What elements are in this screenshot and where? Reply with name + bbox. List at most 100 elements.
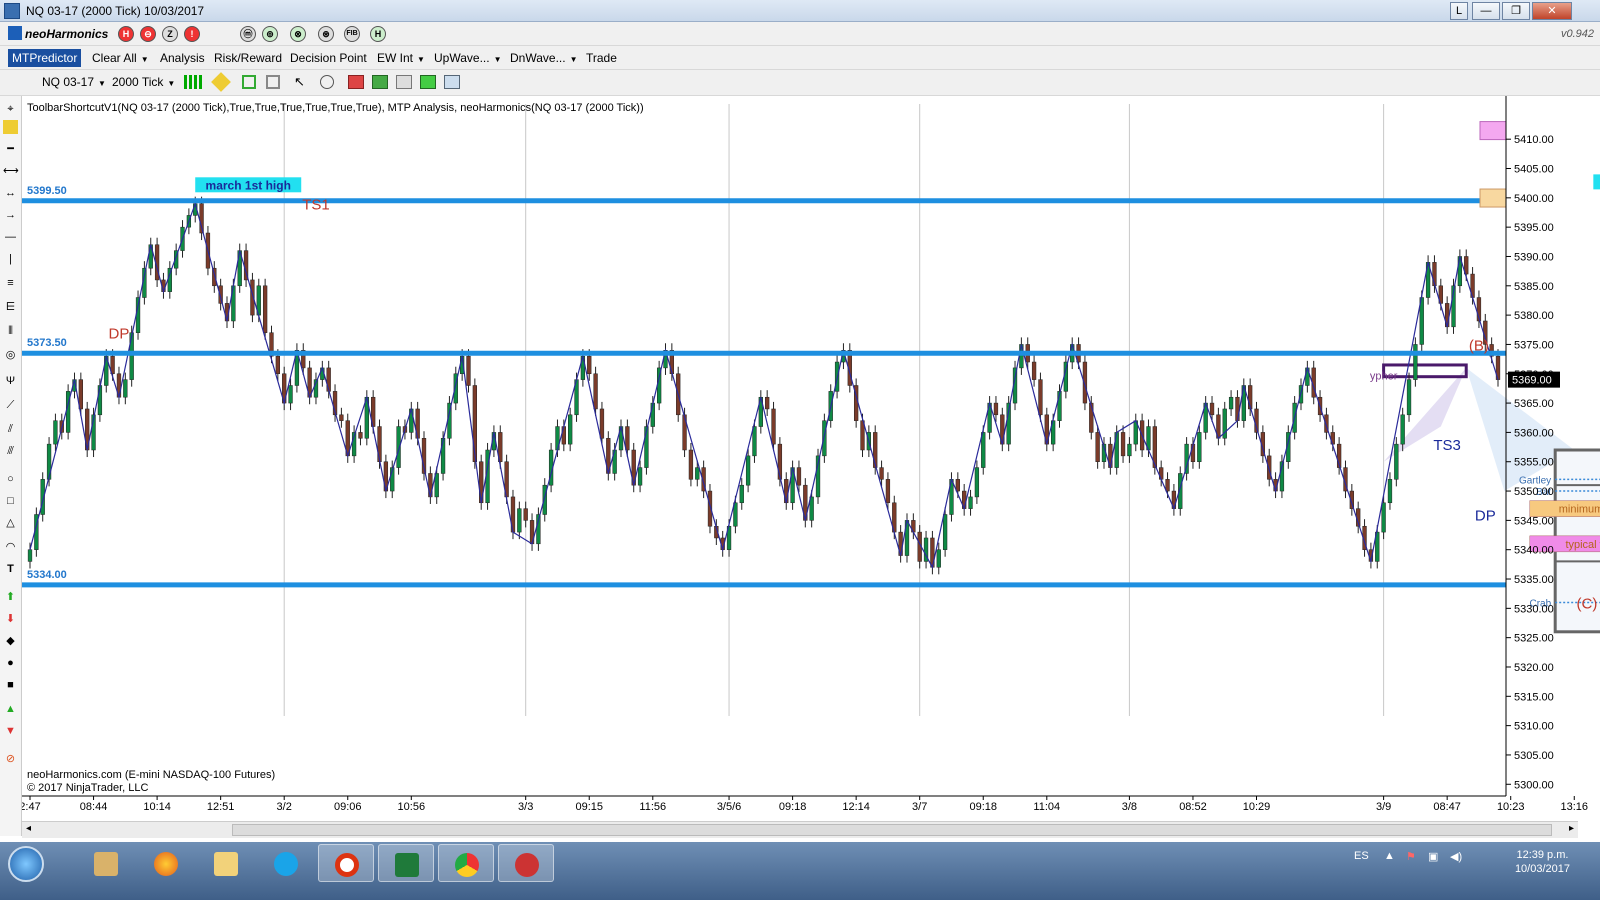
fib-icon[interactable]: FIB xyxy=(344,26,360,42)
chevron-down-icon: ▼ xyxy=(493,55,502,64)
ew-int-menu[interactable]: EW Int ▼ xyxy=(377,51,425,65)
remove-drawings-icon[interactable]: ⊘ xyxy=(3,752,18,766)
bar-style-icon[interactable] xyxy=(184,75,202,89)
eraser-icon[interactable] xyxy=(266,75,280,89)
dot-icon[interactable]: ● xyxy=(3,656,18,670)
chart-properties-icon[interactable] xyxy=(396,75,412,89)
triangle-icon[interactable]: △ xyxy=(3,516,18,530)
candle-body xyxy=(974,467,980,498)
candle-body xyxy=(262,285,268,333)
system-clock[interactable]: 12:39 p.m. 10/03/2017 xyxy=(1515,848,1570,876)
fib-circle-icon[interactable]: ◎ xyxy=(3,348,18,362)
arrow-line-icon[interactable]: → xyxy=(3,208,18,222)
remove-icon[interactable]: ⊖ xyxy=(140,26,156,42)
pencil-icon[interactable] xyxy=(211,72,231,92)
mtpredictor-button[interactable]: MTPredictor xyxy=(8,49,82,67)
ellipse-icon[interactable]: ○ xyxy=(3,472,18,486)
analysis-menu[interactable]: Analysis xyxy=(160,51,205,65)
arrow-down-icon[interactable]: ⬇ xyxy=(3,612,18,626)
indicator-icon[interactable] xyxy=(372,75,388,89)
price-chart[interactable]: GartleyBatCrabminimum wave ctypical wave… xyxy=(19,96,1600,821)
chart-scrollbar[interactable]: ◂ ▸ xyxy=(22,821,1578,838)
scroll-left-icon[interactable]: ◂ xyxy=(26,823,31,834)
rectangle-icon[interactable]: □ xyxy=(3,494,18,508)
target-icon[interactable]: ⊚ xyxy=(262,26,278,42)
risk-reward-menu[interactable]: Risk/Reward xyxy=(214,51,282,65)
candle-body xyxy=(885,479,891,504)
wave-swing-line xyxy=(29,201,1499,569)
harmonic-icon[interactable]: H xyxy=(118,26,134,42)
maximize-button[interactable]: ❐ xyxy=(1502,2,1530,20)
upwave-menu[interactable]: UpWave... ▼ xyxy=(434,51,502,65)
triangle-down-icon[interactable]: ▼ xyxy=(3,724,18,738)
data-box-icon[interactable] xyxy=(444,75,460,89)
language-indicator[interactable]: ES xyxy=(1354,850,1369,862)
pattern-icon[interactable]: ⊗ xyxy=(290,26,306,42)
taskbar-skype[interactable] xyxy=(258,844,314,882)
close-button[interactable]: ✕ xyxy=(1532,2,1572,20)
alert-icon[interactable]: ! xyxy=(184,26,200,42)
zoom-icon[interactable] xyxy=(320,75,334,89)
decision-point-menu[interactable]: Decision Point xyxy=(290,51,367,65)
line-icon[interactable]: ━ xyxy=(3,142,18,156)
strategy-icon[interactable] xyxy=(348,75,364,89)
taskbar-explorer-pin[interactable] xyxy=(78,844,134,882)
horizontal-line-icon[interactable]: — xyxy=(3,230,18,244)
arc-icon[interactable]: ◠ xyxy=(3,540,18,554)
minimize-button[interactable]: — xyxy=(1472,2,1500,20)
taskbar-ninjatrader[interactable] xyxy=(498,844,554,882)
trade-menu[interactable]: Trade xyxy=(586,51,617,65)
text-icon[interactable]: T xyxy=(3,562,18,576)
link-button[interactable]: L xyxy=(1450,2,1468,20)
gann-fan-icon[interactable]: ⟋ xyxy=(3,398,18,412)
ray-icon[interactable]: ⟷ xyxy=(3,164,19,178)
vertical-line-icon[interactable]: | xyxy=(3,252,18,266)
fib-time-icon[interactable]: ⦀ xyxy=(3,324,18,338)
ruler-icon[interactable] xyxy=(3,120,18,134)
start-button[interactable] xyxy=(8,846,44,882)
fib-retracement-icon[interactable]: ≡ xyxy=(3,276,18,290)
dnwave-menu[interactable]: DnWave... ▼ xyxy=(510,51,578,65)
trend-channel-icon[interactable]: ⫻ xyxy=(3,444,18,458)
andrews-pitchfork-icon[interactable]: Ψ xyxy=(3,374,18,388)
taskbar-excel[interactable] xyxy=(378,844,434,882)
triangle-up-icon[interactable]: ▲ xyxy=(3,702,18,716)
mode-icon[interactable]: ⓜ xyxy=(240,26,256,42)
taskbar-file-explorer[interactable] xyxy=(198,844,254,882)
instrument-selector[interactable]: NQ 03-17 ▼ xyxy=(42,75,106,89)
clear-all-menu[interactable]: Clear All ▼ xyxy=(92,51,149,65)
candle-body xyxy=(1165,479,1170,492)
arrow-up-icon[interactable]: ⬆ xyxy=(3,590,18,604)
dollar-icon[interactable] xyxy=(420,75,436,89)
network-icon[interactable]: ⚑ xyxy=(1406,850,1416,863)
action-center-icon[interactable]: ▣ xyxy=(1428,850,1438,863)
scroll-right-icon[interactable]: ▸ xyxy=(1569,823,1574,834)
harmonic-green-icon[interactable]: H xyxy=(370,26,386,42)
candle-body xyxy=(1387,479,1393,504)
taskbar-opera[interactable] xyxy=(318,844,374,882)
excel-icon xyxy=(395,853,419,877)
show-hidden-icons[interactable]: ▲ xyxy=(1384,850,1395,862)
neoharmonics-logo: neoHarmonics xyxy=(8,26,108,41)
crosshair-icon[interactable]: ⌖ xyxy=(3,102,18,116)
taskbar-chrome[interactable] xyxy=(438,844,494,882)
time-axis[interactable]: 2:47 08:44 10:14 12:51 3/2 09:06 10:56 3/3 09:15… xyxy=(19,795,1600,813)
zoom-icon[interactable]: Z xyxy=(162,26,178,42)
clear-all-label: Clear All xyxy=(92,51,137,65)
regression-channel-icon[interactable]: ⫽ xyxy=(3,422,18,436)
fib-extension-icon[interactable]: ⋿ xyxy=(3,300,18,314)
logo-text: neoHarmonics xyxy=(25,27,109,41)
cursor-icon[interactable]: ↖ xyxy=(294,74,305,90)
settings-icon[interactable]: ⊛ xyxy=(318,26,334,42)
taskbar-firefox[interactable] xyxy=(138,844,194,882)
chart-canvas[interactable]: GartleyBatCrabminimum wave ctypical wave… xyxy=(19,96,1600,821)
draw-tool-icon[interactable] xyxy=(242,75,256,89)
scroll-thumb[interactable] xyxy=(232,824,1552,836)
volume-icon[interactable]: ◀) xyxy=(1450,850,1462,863)
square-icon[interactable]: ■ xyxy=(3,678,18,692)
diamond-icon[interactable]: ◆ xyxy=(3,634,18,648)
extended-line-icon[interactable]: ↔ xyxy=(3,186,18,200)
orange-marker-box xyxy=(1479,188,1507,208)
hand-icon xyxy=(94,852,118,876)
interval-selector[interactable]: 2000 Tick ▼ xyxy=(112,75,175,89)
